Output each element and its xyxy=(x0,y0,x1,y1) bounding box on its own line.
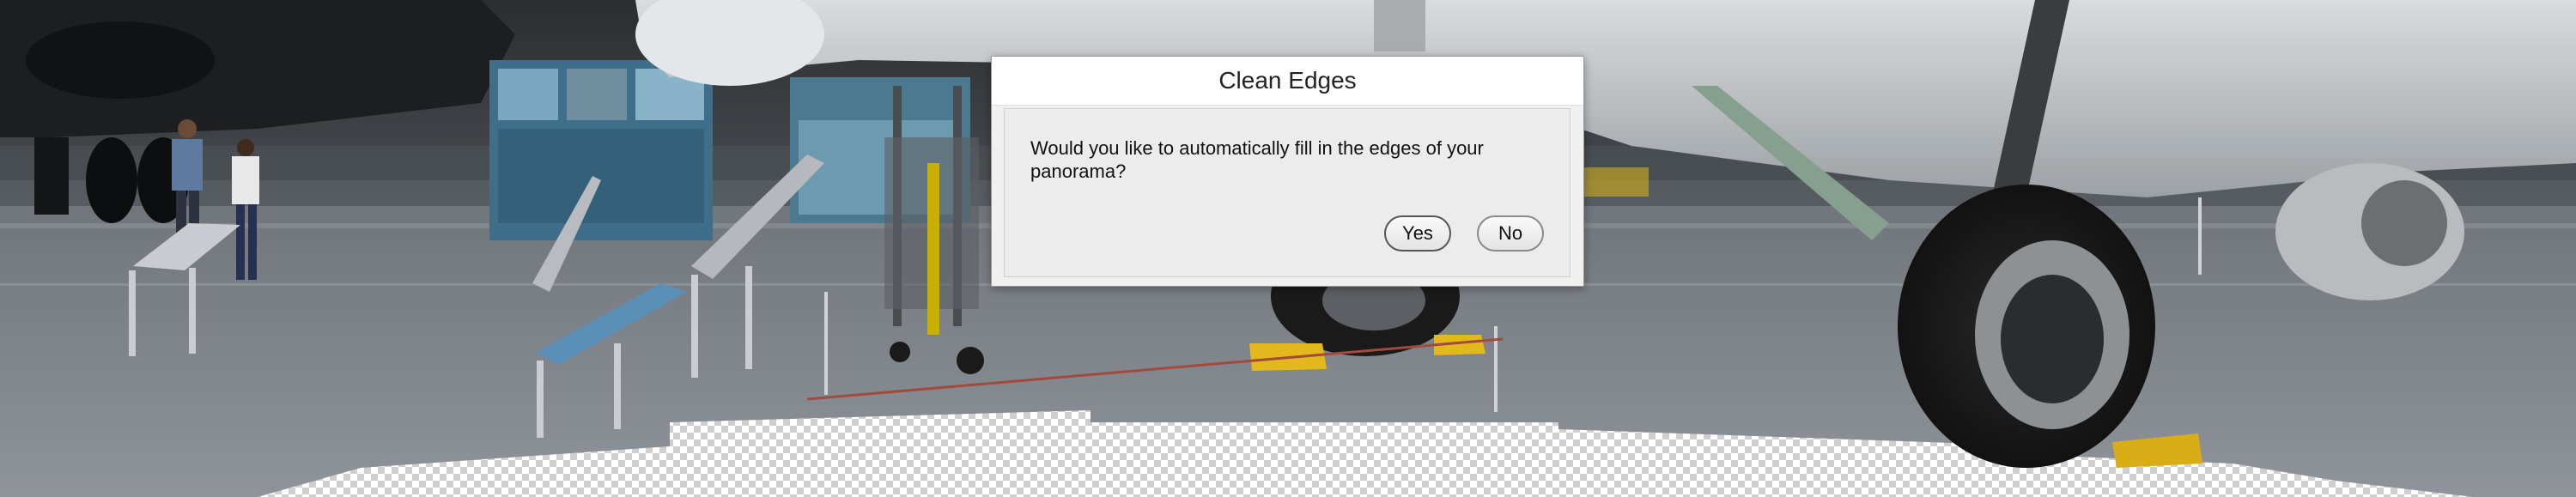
no-button[interactable]: No xyxy=(1477,215,1544,252)
dialog-message: Would you like to automatically fill in … xyxy=(1030,137,1484,182)
clean-edges-dialog: Clean Edges Would you like to automatica… xyxy=(991,56,1584,287)
yes-button[interactable]: Yes xyxy=(1384,215,1451,252)
panorama-canvas: Clean Edges Would you like to automatica… xyxy=(0,0,2576,497)
dialog-title: Clean Edges xyxy=(1218,67,1357,94)
dialog-body: Would you like to automatically fill in … xyxy=(1004,108,1571,277)
dialog-titlebar: Clean Edges xyxy=(992,57,1583,106)
